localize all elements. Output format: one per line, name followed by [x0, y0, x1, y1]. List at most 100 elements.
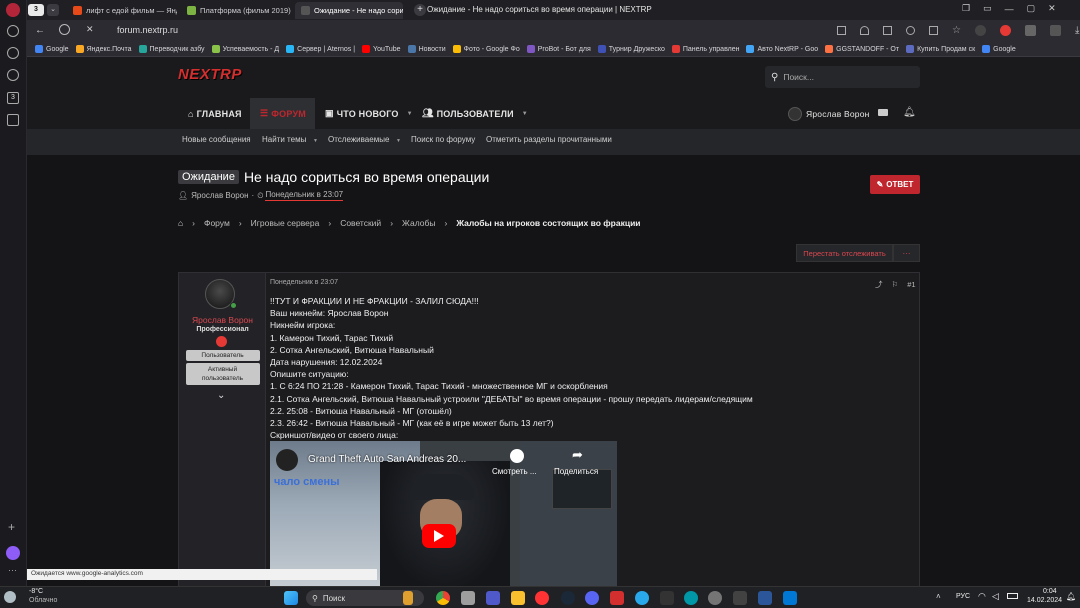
share-video-label[interactable]: Поделиться	[554, 467, 598, 476]
translate-icon[interactable]	[883, 26, 892, 35]
bookmark-item[interactable]: Фото - Google Фо	[452, 45, 520, 53]
downloads-icon[interactable]	[7, 47, 19, 59]
breadcrumb-item[interactable]: Советский	[340, 218, 381, 228]
battery-icon[interactable]	[1007, 593, 1018, 599]
protect-icon[interactable]	[59, 24, 70, 35]
post-timestamp[interactable]: Понедельник в 23:07	[270, 279, 338, 286]
share-video-icon[interactable]: ➦	[572, 447, 583, 463]
collections-toolbar-icon[interactable]: ▭	[983, 3, 992, 14]
site-logo[interactable]: NEXTRP	[178, 66, 242, 83]
stop-loading-icon[interactable]: ✕	[86, 24, 94, 35]
app-red-icon[interactable]	[610, 591, 624, 605]
subnav-find-threads[interactable]: Найти темы	[262, 135, 306, 144]
thread-more-button[interactable]: ···	[893, 244, 920, 262]
collections-icon[interactable]	[7, 114, 19, 126]
tray-chevron-icon[interactable]: ˄	[936, 592, 941, 601]
downloads-toolbar-icon[interactable]: ⤓	[1075, 25, 1079, 36]
url-field[interactable]: forum.nextrp.ru	[117, 23, 197, 38]
alice-icon[interactable]	[6, 546, 20, 560]
bookmark-item[interactable]: Яндекс.Почта	[75, 45, 132, 53]
bookmark-item[interactable]: GGSTANDOFF - От	[825, 45, 899, 53]
explorer-icon[interactable]	[511, 591, 525, 605]
chrome-icon[interactable]	[436, 591, 450, 605]
bookmark-item[interactable]: Google	[982, 45, 1016, 53]
back-icon[interactable]: ←	[35, 25, 45, 36]
screenshot-icon[interactable]	[929, 26, 938, 35]
breadcrumb-item[interactable]: Жалобы	[402, 218, 435, 228]
add-panel-icon[interactable]: +	[8, 520, 15, 534]
thread-author[interactable]: Ярослав Ворон	[191, 191, 248, 200]
wifi-icon[interactable]: ◠	[978, 591, 986, 602]
vscode-icon[interactable]	[783, 591, 797, 605]
maximize-icon[interactable]: ▢	[1027, 3, 1036, 14]
bookmark-item[interactable]: Сервер | Aternos |	[286, 45, 355, 53]
yandex-browser-icon[interactable]	[535, 591, 549, 605]
bookmark-item[interactable]: YouTube	[362, 45, 401, 53]
user-menu[interactable]: Ярослав Ворон	[788, 98, 870, 129]
bookmark-item[interactable]: Переводчик азбу	[138, 45, 205, 53]
play-button[interactable]	[422, 524, 456, 548]
post-number[interactable]: #1	[907, 280, 915, 289]
subnav-mark-read[interactable]: Отметить разделы прочитанными	[486, 135, 612, 144]
share-icon[interactable]: ⤴	[875, 279, 883, 290]
bookmark-item[interactable]: ProBot - Бот для	[526, 45, 591, 53]
bookmark-item[interactable]: Авто NextRP - Goo	[746, 45, 818, 53]
qr-icon[interactable]	[837, 26, 846, 35]
notification-bell-icon[interactable]: 🔔︎	[1066, 592, 1076, 601]
unwatch-button[interactable]: Перестать отслеживать	[796, 244, 893, 262]
subnav-search-forum[interactable]: Поиск по форуму	[411, 135, 475, 144]
nav-home[interactable]: ⌂ ГЛАВНАЯ	[188, 98, 242, 129]
breadcrumb-item[interactable]: Игровые сервера	[251, 218, 320, 228]
tabs-counter-icon[interactable]: 3	[7, 92, 19, 104]
bookmark-icon[interactable]: ⚐	[892, 280, 899, 289]
channel-avatar[interactable]	[276, 449, 298, 471]
history-icon[interactable]	[7, 25, 19, 37]
media-icon[interactable]	[708, 591, 722, 605]
watch-later-icon[interactable]	[510, 449, 524, 463]
task-view-icon[interactable]	[461, 591, 475, 605]
epic-icon[interactable]	[660, 591, 674, 605]
clock-date[interactable]: 14.02.2024	[1027, 597, 1062, 604]
breadcrumb-item-current[interactable]: Жалобы на игроков состоящих во фракции	[456, 218, 640, 228]
bookmark-item[interactable]: Турнир Дружеско	[597, 45, 665, 53]
telegram-icon[interactable]	[635, 591, 649, 605]
extension-2-icon[interactable]	[1024, 25, 1036, 36]
reply-button[interactable]: ✎ ОТВЕТ	[870, 175, 920, 194]
messages-icon[interactable]	[878, 109, 888, 116]
teams-icon[interactable]	[486, 591, 500, 605]
video-title[interactable]: Grand Theft Auto San Andreas 20...	[308, 454, 466, 465]
browser-globe-icon[interactable]	[684, 591, 698, 605]
thread-date[interactable]: Понедельник в 23:07	[265, 190, 344, 201]
minimize-icon[interactable]: —	[1005, 4, 1014, 14]
tab-lift-film[interactable]: лифт с едой фильм — Янде	[67, 2, 177, 19]
breadcrumb-item[interactable]: Форум	[204, 218, 230, 228]
notifications-icon[interactable]: 🔔︎	[903, 107, 916, 118]
nav-whats-new[interactable]: ▣ ЧТО НОВОГО ▼	[325, 98, 413, 129]
tabs-dropdown-icon[interactable]: ⌄	[47, 4, 59, 16]
post-username[interactable]: Ярослав Ворон	[179, 315, 266, 325]
subnav-new-posts[interactable]: Новые сообщения	[182, 135, 251, 144]
discord-icon[interactable]	[585, 591, 599, 605]
tab-counter[interactable]: 3	[28, 4, 44, 16]
search-input[interactable]: ⚲ Поиск...	[765, 66, 920, 88]
steam-icon[interactable]	[561, 591, 575, 605]
close-window-icon[interactable]: ✕	[1048, 3, 1056, 14]
extensions-icon[interactable]	[974, 25, 986, 36]
bookmarks-panel-icon[interactable]: ❐	[962, 3, 970, 14]
more-icon[interactable]: ···	[8, 565, 17, 575]
bookmark-item[interactable]: Новости	[407, 45, 446, 53]
weather-condition[interactable]: Облачно	[29, 597, 57, 604]
word-icon[interactable]	[758, 591, 772, 605]
extension-3-icon[interactable]	[1049, 25, 1061, 36]
keyboard-language[interactable]: РУС	[956, 593, 970, 600]
widgets-icon[interactable]	[403, 591, 413, 605]
youtube-embed[interactable]: чало смены Grand Theft Auto San Andreas …	[270, 441, 617, 586]
new-tab-button[interactable]: +	[414, 4, 426, 16]
player-icon[interactable]	[7, 69, 19, 81]
expand-user-icon[interactable]: ⌄	[217, 390, 225, 401]
tab-platform-film[interactable]: Платформа (фильм 2019) —	[181, 2, 291, 19]
app-dark-icon[interactable]	[733, 591, 747, 605]
reader-icon[interactable]	[906, 26, 915, 35]
headphones-icon[interactable]	[860, 26, 869, 35]
clock-time[interactable]: 0:04	[1043, 588, 1057, 595]
